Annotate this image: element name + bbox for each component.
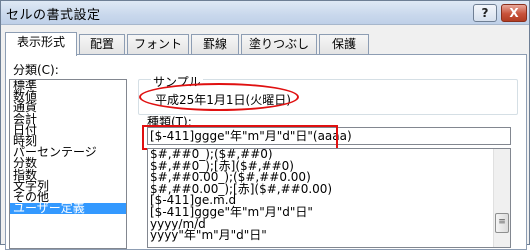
dialog-title: セルの書式設定 (6, 8, 101, 23)
category-item-custom[interactable]: ユーザー定義 (10, 202, 126, 215)
format-list-item[interactable]: yyyy"年"m"月"d"日" (148, 229, 510, 242)
tab-alignment[interactable]: 配置 (79, 34, 125, 55)
tab-fill[interactable]: 塗りつぶし (241, 34, 317, 55)
tab-strip: 表示形式 配置 フォント 罫線 塗りつぶし 保護 (5, 32, 525, 56)
format-cells-dialog: セルの書式設定 ? X 表示形式 配置 フォント 罫線 塗りつぶし 保護 分類(… (0, 0, 530, 250)
tab-font[interactable]: フォント (127, 34, 189, 55)
tab-border[interactable]: 罫線 (191, 34, 239, 55)
category-label: 分類(C): (13, 63, 59, 77)
format-list-scrollbar[interactable]: ≡ (493, 149, 510, 247)
help-button[interactable]: ? (473, 4, 497, 22)
title-bar[interactable]: セルの書式設定 ? X (1, 1, 529, 25)
scrollbar-thumb[interactable]: ≡ (495, 213, 509, 233)
tab-number-format[interactable]: 表示形式 (5, 32, 77, 56)
format-type-list[interactable]: $#,##0_);($#,##0) $#,##0_);[赤]($#,##0) $… (147, 148, 511, 248)
close-button[interactable]: X (501, 4, 527, 22)
sample-highlight-oval (139, 83, 299, 111)
tab-protection[interactable]: 保護 (319, 34, 369, 55)
format-code-highlight-box (142, 125, 338, 150)
category-list[interactable]: 標準 数値 通貨 会計 日付 時刻 パーセンテージ 分数 指数 文字列 その他 … (9, 79, 127, 249)
